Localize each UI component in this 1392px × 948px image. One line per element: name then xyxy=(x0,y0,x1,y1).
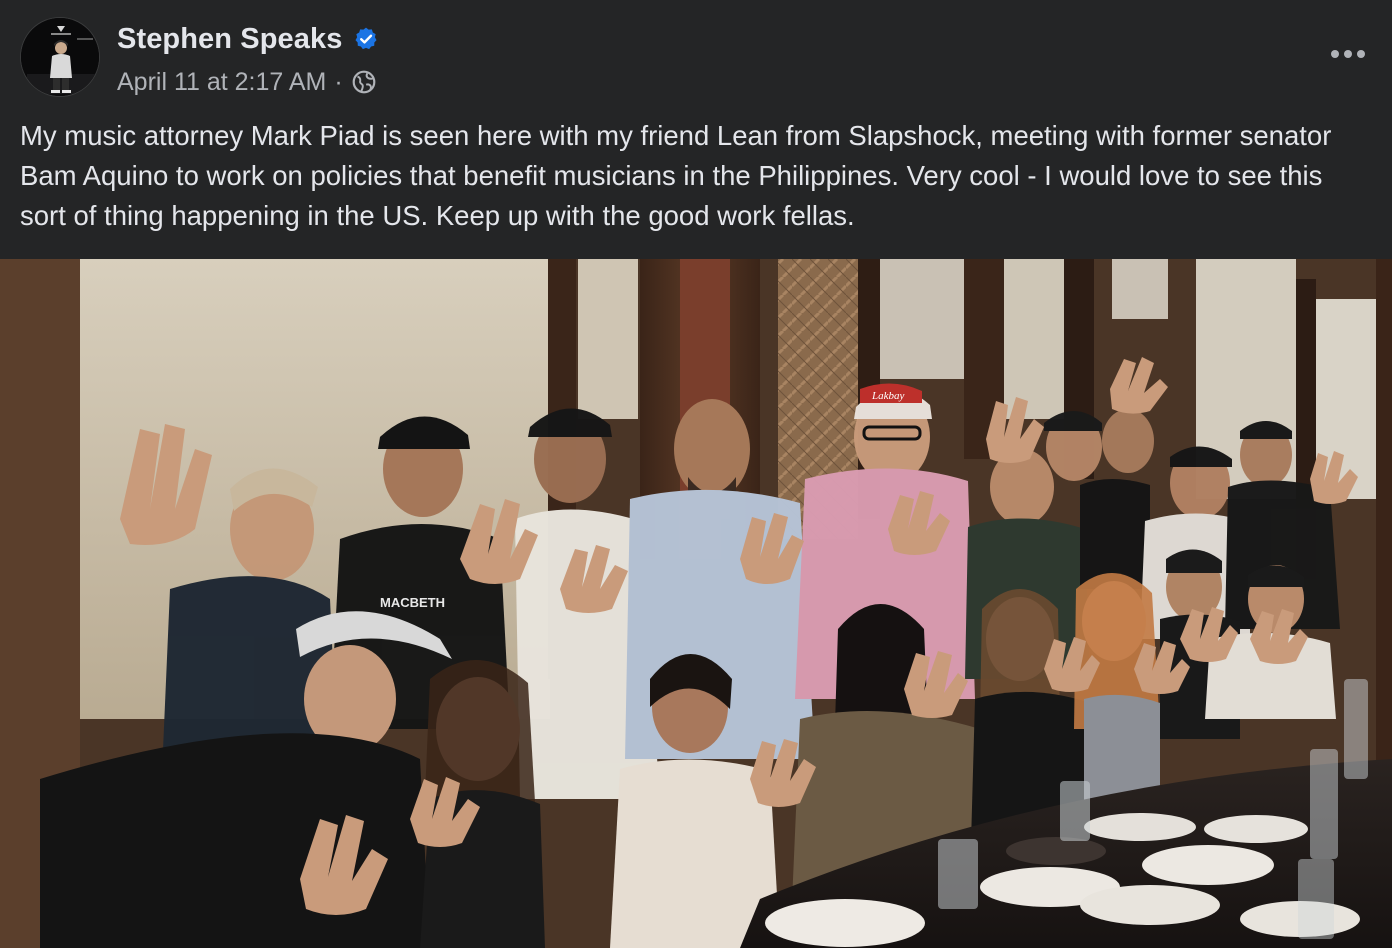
verified-badge-icon xyxy=(353,26,379,52)
facebook-post: Stephen Speaks April 11 at 2:17 AM · My … xyxy=(0,0,1392,948)
author-name[interactable]: Stephen Speaks xyxy=(117,23,342,56)
more-options-icon xyxy=(1331,50,1365,58)
post-timestamp[interactable]: April 11 at 2:17 AM xyxy=(117,68,326,97)
post-photo[interactable]: MACBETH Lakbay xyxy=(0,259,1392,948)
post-meta: April 11 at 2:17 AM · xyxy=(117,64,377,100)
meta-separator: · xyxy=(334,67,343,96)
more-options-button[interactable] xyxy=(1326,34,1370,74)
post-caption: My music attorney Mark Piad is seen here… xyxy=(20,120,1332,231)
cap-print-text: Lakbay xyxy=(871,390,905,402)
author-avatar[interactable] xyxy=(20,17,100,97)
globe-icon[interactable] xyxy=(351,69,377,95)
shirt-print-text: MACBETH xyxy=(380,595,445,610)
post-header: Stephen Speaks April 11 at 2:17 AM · xyxy=(0,0,1392,110)
author-row: Stephen Speaks xyxy=(117,20,379,58)
